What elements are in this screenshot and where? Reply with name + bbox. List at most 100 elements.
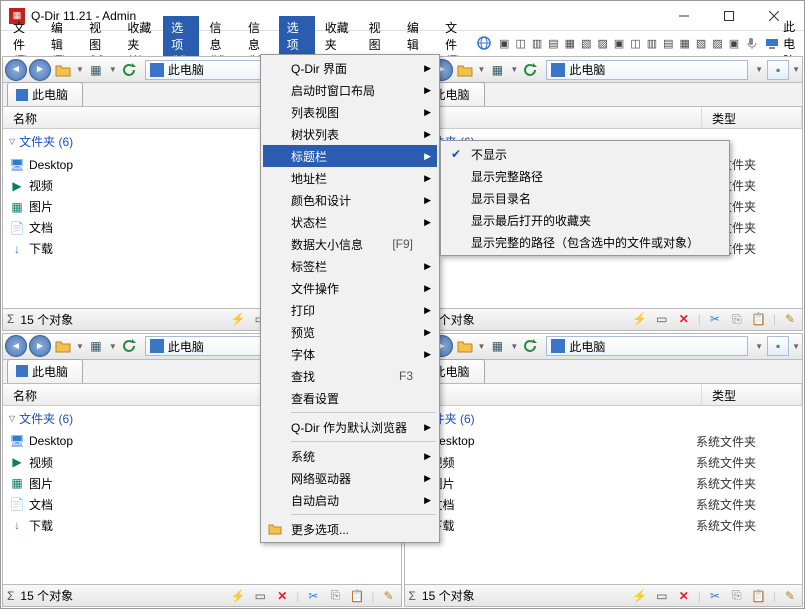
submenu-item[interactable]: 显示完整路径	[443, 165, 727, 187]
folder-icon[interactable]	[455, 336, 475, 356]
view-icon[interactable]: ▦	[86, 336, 106, 356]
menu-item[interactable]: 地址栏▶	[263, 167, 437, 189]
delete-icon[interactable]: ✕	[274, 588, 290, 604]
layout-icon-3[interactable]: ▤	[548, 35, 558, 51]
layout-icon-4[interactable]: ▦	[565, 35, 575, 51]
layout-icon-6[interactable]: ▨	[597, 35, 607, 51]
submenu-item[interactable]: ✔不显示	[443, 143, 727, 165]
menu-item[interactable]: 打印▶	[263, 299, 437, 321]
menu-item[interactable]: 文件操作▶	[263, 277, 437, 299]
menu-item[interactable]: 启动时窗口布局▶	[263, 79, 437, 101]
layout-icon-14[interactable]: ▣	[729, 35, 739, 51]
list-item[interactable]: ▦图片系统文件夹	[405, 473, 803, 494]
back-button[interactable]: ◄	[5, 335, 27, 357]
layout-icon-2[interactable]: ▥	[532, 35, 542, 51]
forward-button[interactable]: ►	[29, 59, 51, 81]
submenu-item[interactable]: 显示目录名	[443, 187, 727, 209]
submenu-item[interactable]: 显示完整的路径（包含选中的文件或对象）	[443, 231, 727, 253]
refresh-icon[interactable]	[520, 336, 540, 356]
flash-icon[interactable]: ⚡	[230, 588, 246, 604]
list-item[interactable]: 🖥Desktop系统文件夹	[405, 431, 803, 452]
view-icon[interactable]: ▦	[487, 336, 507, 356]
address-bar[interactable]: 此电脑	[546, 60, 748, 80]
col-name[interactable]: 名称	[405, 384, 703, 405]
menu-item[interactable]: 列表视图▶	[263, 101, 437, 123]
menu-item[interactable]: 字体▶	[263, 343, 437, 365]
refresh-icon[interactable]	[119, 336, 139, 356]
flash-icon[interactable]: ⚡	[230, 311, 246, 327]
list-item[interactable]: 📄文档系统文件夹	[405, 494, 803, 515]
menu-item[interactable]: 查找F3	[263, 365, 437, 387]
menu-item[interactable]: 预览▶	[263, 321, 437, 343]
view-mode-button[interactable]: ▪	[767, 336, 789, 356]
forward-button[interactable]: ►	[29, 335, 51, 357]
paste-icon[interactable]: 📋	[349, 588, 365, 604]
folder-icon[interactable]	[53, 336, 73, 356]
menu-item[interactable]: Q-Dir 界面▶	[263, 57, 437, 79]
address-dropdown[interactable]: ▼	[755, 65, 763, 74]
edit-icon[interactable]: ✎	[782, 311, 798, 327]
rename-icon[interactable]: ▭	[252, 588, 268, 604]
col-type[interactable]: 类型	[702, 107, 802, 128]
menu-item[interactable]: 自动启动▶	[263, 489, 437, 511]
paste-icon[interactable]: 📋	[751, 588, 767, 604]
address-bar[interactable]: 此电脑	[546, 336, 748, 356]
address-dropdown[interactable]: ▼	[755, 342, 763, 351]
layout-icon-9[interactable]: ▥	[647, 35, 657, 51]
flash-icon[interactable]: ⚡	[632, 588, 648, 604]
layout-icon-5[interactable]: ▧	[581, 35, 591, 51]
group-header[interactable]: ▽文件夹 (6)	[405, 406, 803, 431]
rename-icon[interactable]: ▭	[654, 588, 670, 604]
copy-icon[interactable]: ⎘	[729, 588, 745, 604]
delete-icon[interactable]: ✕	[676, 588, 692, 604]
col-type[interactable]: 类型	[702, 384, 802, 405]
globe-icon[interactable]	[477, 35, 491, 51]
col-name[interactable]: 名称	[405, 107, 703, 128]
edit-icon[interactable]: ✎	[782, 588, 798, 604]
delete-icon[interactable]: ✕	[676, 311, 692, 327]
layout-icon-7[interactable]: ▣	[614, 35, 624, 51]
submenu-item[interactable]: 显示最后打开的收藏夹	[443, 209, 727, 231]
menu-item[interactable]: 标题栏▶	[263, 145, 437, 167]
rename-icon[interactable]: ▭	[654, 311, 670, 327]
folder-icon[interactable]	[53, 60, 73, 80]
edit-icon[interactable]: ✎	[381, 588, 397, 604]
view-mode-button[interactable]: ▪	[767, 60, 789, 80]
minimize-button[interactable]	[661, 2, 706, 30]
layout-icon-10[interactable]: ▤	[663, 35, 673, 51]
layout-icon-11[interactable]: ▦	[680, 35, 690, 51]
paste-icon[interactable]: 📋	[751, 311, 767, 327]
menu-item[interactable]: 查看设置	[263, 387, 437, 409]
cut-icon[interactable]: ✂	[305, 588, 321, 604]
layout-icon-12[interactable]: ▧	[696, 35, 706, 51]
maximize-button[interactable]	[706, 2, 751, 30]
view-icon[interactable]: ▦	[86, 60, 106, 80]
menu-item[interactable]: 状态栏▶	[263, 211, 437, 233]
menu-item[interactable]: 网络驱动器▶	[263, 467, 437, 489]
layout-icon-0[interactable]: ▣	[499, 35, 509, 51]
cut-icon[interactable]: ✂	[707, 311, 723, 327]
back-button[interactable]: ◄	[5, 59, 27, 81]
menu-item[interactable]: 树状列表▶	[263, 123, 437, 145]
tab-thispc[interactable]: 此电脑	[7, 359, 83, 383]
refresh-icon[interactable]	[119, 60, 139, 80]
cut-icon[interactable]: ✂	[707, 588, 723, 604]
flash-icon[interactable]: ⚡	[632, 311, 648, 327]
copy-icon[interactable]: ⎘	[327, 588, 343, 604]
mic-icon[interactable]	[745, 35, 759, 51]
refresh-icon[interactable]	[520, 60, 540, 80]
tab-thispc[interactable]: 此电脑	[7, 82, 83, 106]
menu-item[interactable]: 系统▶	[263, 445, 437, 467]
list-item[interactable]: ▶视频系统文件夹	[405, 452, 803, 473]
menu-item[interactable]: Q-Dir 作为默认浏览器▶	[263, 416, 437, 438]
list-item[interactable]: ↓下载系统文件夹	[405, 515, 803, 536]
view-icon[interactable]: ▦	[487, 60, 507, 80]
col-name[interactable]: 名称	[3, 384, 301, 405]
menu-item[interactable]: 标签栏▶	[263, 255, 437, 277]
layout-icon-8[interactable]: ◫	[630, 35, 640, 51]
layout-icon-13[interactable]: ▨	[712, 35, 722, 51]
col-name[interactable]: 名称	[3, 107, 301, 128]
layout-icon-1[interactable]: ◫	[515, 35, 525, 51]
menu-item[interactable]: 数据大小信息[F9]	[263, 233, 437, 255]
folder-icon[interactable]	[455, 60, 475, 80]
